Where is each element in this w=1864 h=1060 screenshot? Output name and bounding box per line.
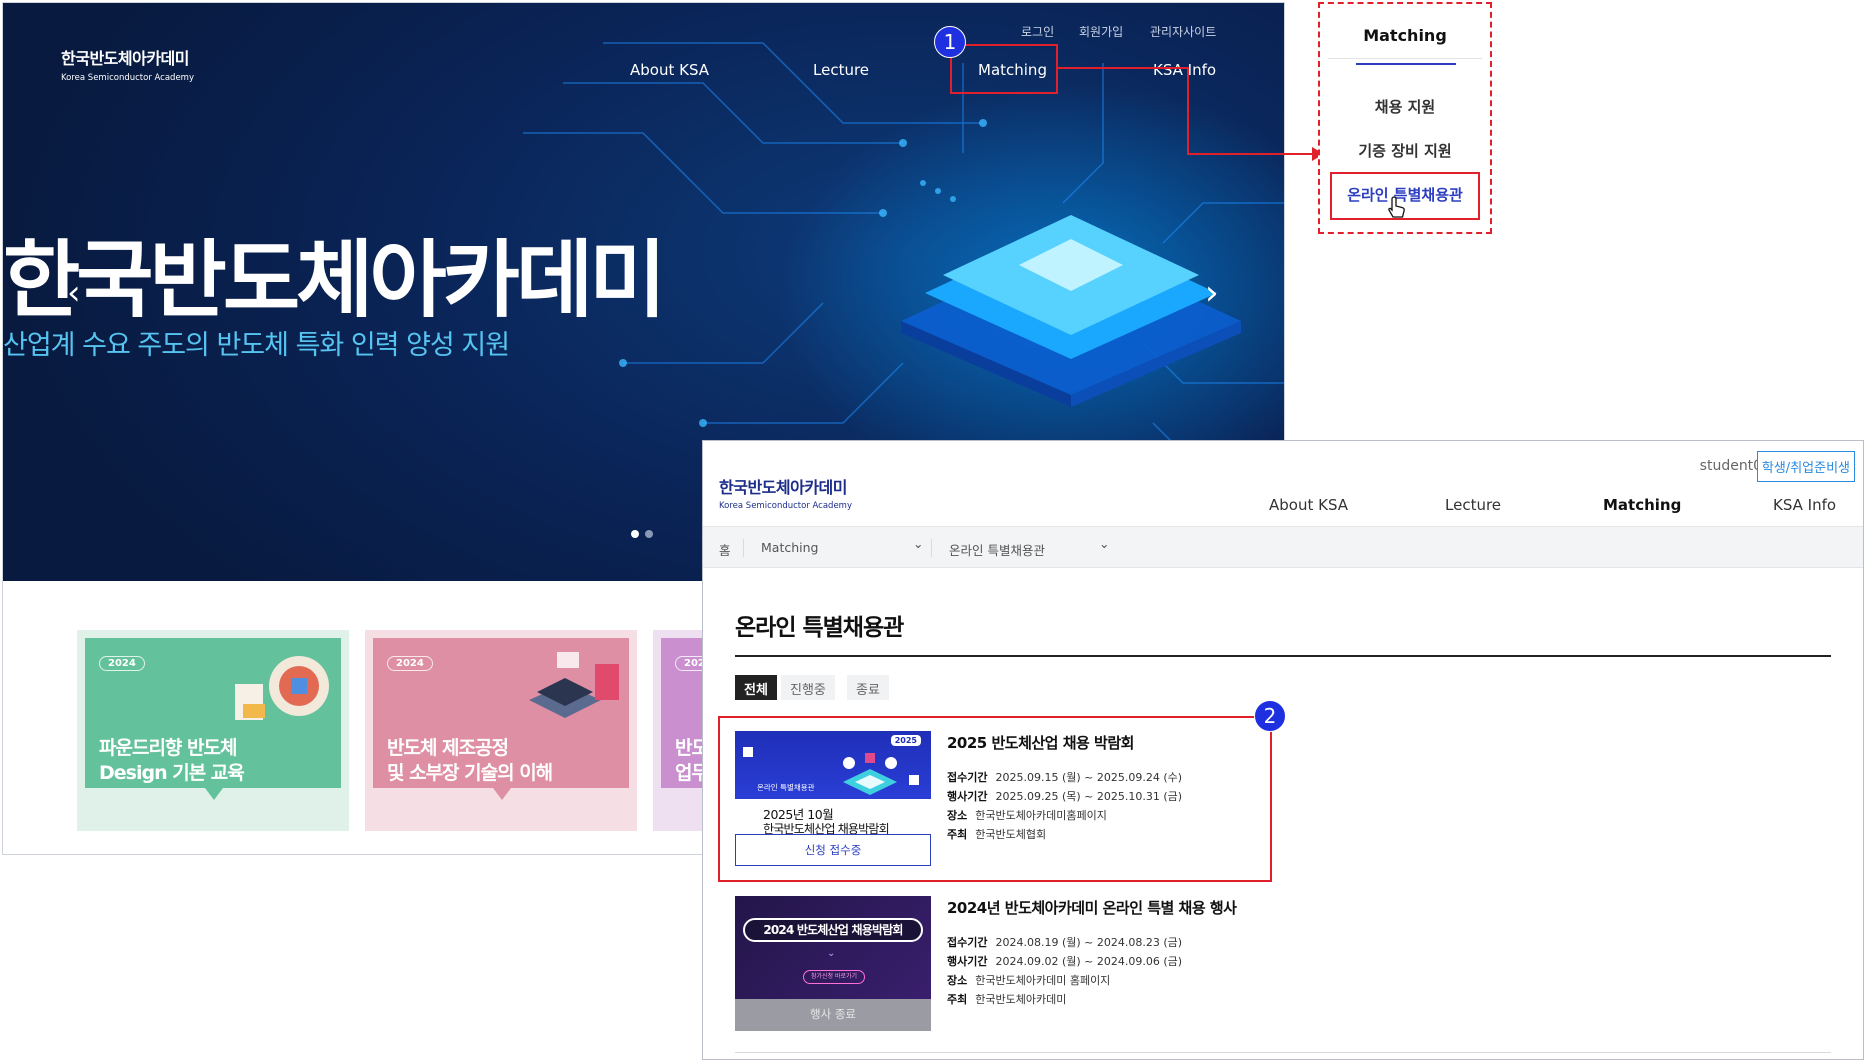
info-label: 행사기간	[947, 955, 988, 968]
info-label: 장소	[947, 974, 968, 987]
event-thumbnail[interactable]: 2024 반도체산업 채용박람회 ⌄ 참가신청 바로가기	[735, 896, 931, 1006]
event-closed-button[interactable]: 행사 종료	[735, 999, 931, 1031]
course-card[interactable]: 2024 반도체 제조공정 및 소부장 기술의 이해	[365, 630, 637, 831]
role-badge[interactable]: 학생/취업준비생	[1756, 451, 1855, 482]
breadcrumb-home[interactable]: 홈	[719, 540, 731, 559]
nav-lecture[interactable]: Lecture	[813, 61, 869, 79]
breadcrumb-level2-select[interactable]: 온라인 특별채용관	[949, 540, 1045, 559]
page-title: 온라인 특별채용관	[735, 615, 904, 641]
sub-nav-ksa-info[interactable]: KSA Info	[1773, 496, 1836, 514]
course-card-year-badge: 2024	[387, 656, 433, 671]
title-divider	[735, 655, 1831, 657]
hero-prev-arrow-icon[interactable]: ‹	[67, 273, 81, 313]
admin-site-link[interactable]: 관리자사이트	[1150, 23, 1216, 40]
sub-logo-korean: 한국반도체아카데미	[719, 478, 847, 497]
dropdown-title: Matching	[1363, 26, 1447, 45]
thumb-apply-link: 참가신청 바로가기	[803, 970, 865, 984]
event-info-row: 장소 한국반도체아카데미 홈페이지	[947, 972, 1110, 988]
hero-title: 한국반도체아카데미	[3, 231, 667, 329]
home-logo[interactable]: 한국반도체아카데미 Korea Semiconductor Academy	[61, 45, 194, 83]
brain-chip-icon	[235, 656, 329, 720]
info-value: 한국반도체아카데미	[975, 993, 1067, 1006]
info-value: 한국반도체아카데미 홈페이지	[975, 974, 1111, 987]
course-card-notch	[205, 788, 223, 800]
dropdown-title-underline	[1356, 63, 1456, 65]
fab-machine-icon	[529, 652, 619, 718]
course-card-title: 파운드리향 반도체 Design 기본 교육	[99, 737, 245, 784]
chevron-down-icon: ⌄	[827, 948, 836, 959]
nav-about-ksa[interactable]: About KSA	[630, 61, 709, 79]
hero-pagination	[631, 523, 659, 542]
signup-link[interactable]: 회원가입	[1079, 23, 1123, 40]
hero-subtitle: 산업계 수요 주도의 반도체 특화 인력 양성 지원	[3, 330, 510, 361]
hero-dot[interactable]	[645, 530, 653, 538]
sub-nav-lecture[interactable]: Lecture	[1445, 496, 1501, 514]
sub-nav-about-ksa[interactable]: About KSA	[1269, 496, 1348, 514]
menu-item-equipment-donation[interactable]: 기증 장비 지원	[1320, 140, 1490, 161]
breadcrumb-divider	[743, 539, 744, 557]
connector-arrow	[1058, 67, 1324, 161]
home-logo-english: Korea Semiconductor Academy	[61, 73, 194, 83]
event-info-row: 접수기간 2024.08.19 (월) ~ 2024.08.23 (금)	[947, 934, 1182, 950]
breadcrumb: 홈 Matching ⌄ 온라인 특별채용관 ⌄	[703, 526, 1863, 568]
sub-logo-english: Korea Semiconductor Academy	[719, 501, 852, 511]
step-1-badge: 1	[934, 26, 966, 58]
event-title[interactable]: 2024년 반도체아카데미 온라인 특별 채용 행사	[947, 897, 1237, 918]
event-info-row: 주최 한국반도체아카데미	[947, 991, 1066, 1007]
info-value: 2024.09.02 (월) ~ 2024.09.06 (금)	[995, 955, 1183, 968]
event-highlight-box	[718, 716, 1272, 882]
course-card-notch	[493, 788, 511, 800]
course-card[interactable]: 2024 파운드리향 반도체 Design 기본 교육	[77, 630, 349, 831]
hero-next-arrow-icon[interactable]: ›	[1205, 273, 1219, 313]
filter-closed-tab[interactable]: 종료	[847, 675, 889, 700]
info-label: 주최	[947, 993, 968, 1006]
matching-highlight-box	[950, 44, 1058, 94]
event-info-row: 행사기간 2024.09.02 (월) ~ 2024.09.06 (금)	[947, 953, 1182, 969]
info-value: 2024.08.19 (월) ~ 2024.08.23 (금)	[995, 936, 1183, 949]
chevron-down-icon[interactable]: ⌄	[913, 536, 923, 551]
chevron-down-icon[interactable]: ⌄	[1099, 536, 1109, 551]
menu-item-recruitment-support[interactable]: 채용 지원	[1320, 96, 1490, 117]
filter-ongoing-tab[interactable]: 진행중	[781, 675, 835, 700]
dropdown-divider	[1328, 58, 1482, 59]
sub-nav-matching[interactable]: Matching	[1603, 496, 1681, 514]
thumb-line-1: 2024 반도체산업 채용박람회	[743, 918, 923, 942]
course-card-year-badge: 2024	[99, 656, 145, 671]
breadcrumb-divider	[931, 539, 932, 557]
sub-logo[interactable]: 한국반도체아카데미 Korea Semiconductor Academy	[719, 474, 852, 511]
home-logo-korean: 한국반도체아카데미	[61, 49, 189, 68]
hand-pointer-cursor-icon	[1388, 196, 1405, 218]
step-2-badge: 2	[1254, 700, 1286, 732]
info-label: 접수기간	[947, 936, 988, 949]
hero-dot-active[interactable]	[631, 530, 639, 538]
breadcrumb-level1-select[interactable]: Matching	[761, 540, 818, 555]
matching-dropdown-menu: Matching 채용 지원 기증 장비 지원 온라인 특별채용관	[1318, 2, 1492, 234]
filter-all-tab[interactable]: 전체	[735, 675, 777, 700]
course-card-title: 반도체 제조공정 및 소부장 기술의 이해	[387, 737, 553, 784]
login-link[interactable]: 로그인	[1021, 23, 1054, 40]
list-bottom-divider	[735, 1052, 1831, 1053]
